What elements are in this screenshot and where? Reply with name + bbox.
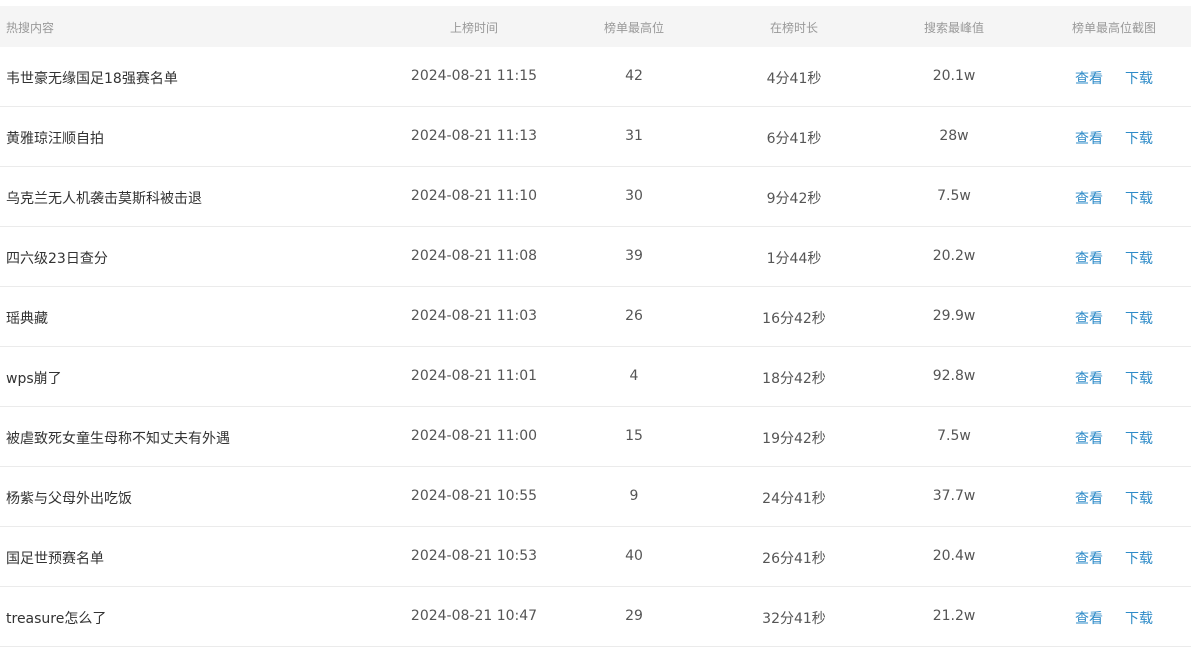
screenshot-actions: 查看 下载	[1075, 128, 1153, 148]
table-row: 被虐致死女童生母称不知丈夫有外遇 2024-08-21 11:00 15 19分…	[0, 407, 1191, 467]
listed-time: 2024-08-21 11:10	[410, 188, 538, 204]
duration: 19分42秒	[762, 431, 826, 447]
download-link[interactable]: 下载	[1125, 371, 1153, 387]
view-link[interactable]: 查看	[1075, 131, 1103, 147]
peak-search-value: 29.9w	[932, 308, 976, 324]
view-link[interactable]: 查看	[1075, 311, 1103, 327]
view-link[interactable]: 查看	[1075, 251, 1103, 267]
peak-search-value: 20.4w	[932, 548, 976, 564]
highest-rank: 30	[625, 188, 643, 204]
highest-rank: 39	[625, 248, 643, 264]
table-row: 国足世预赛名单 2024-08-21 10:53 40 26分41秒 20.4w…	[0, 527, 1191, 587]
column-header-time: 上榜时间	[449, 21, 499, 35]
screenshot-actions: 查看 下载	[1075, 68, 1153, 88]
peak-search-value: 37.7w	[932, 488, 976, 504]
listed-time: 2024-08-21 11:03	[410, 308, 538, 324]
listed-time: 2024-08-21 11:08	[410, 248, 538, 264]
peak-search-value: 7.5w	[937, 428, 971, 444]
hot-search-title: 四六级23日查分	[6, 251, 108, 267]
duration: 24分41秒	[762, 491, 826, 507]
table-row: 四六级23日查分 2024-08-21 11:08 39 1分44秒 20.2w…	[0, 227, 1191, 287]
screenshot-actions: 查看 下载	[1075, 608, 1153, 628]
duration: 16分42秒	[762, 311, 826, 327]
hot-search-title: 瑶典藏	[6, 311, 48, 327]
view-link[interactable]: 查看	[1075, 551, 1103, 567]
highest-rank: 9	[629, 488, 639, 504]
highest-rank: 31	[625, 128, 643, 144]
hot-search-title: 黄雅琼汪顺自拍	[6, 131, 104, 147]
download-link[interactable]: 下载	[1125, 491, 1153, 507]
hot-search-title: 国足世预赛名单	[6, 551, 104, 567]
hot-search-title: treasure怎么了	[6, 611, 107, 627]
view-link[interactable]: 查看	[1075, 431, 1103, 447]
table-row: 乌克兰无人机袭击莫斯科被击退 2024-08-21 11:10 30 9分42秒…	[0, 167, 1191, 227]
listed-time: 2024-08-21 10:55	[410, 488, 538, 504]
listed-time: 2024-08-21 11:00	[410, 428, 538, 444]
table-body: 韦世豪无缘国足18强赛名单 2024-08-21 11:15 42 4分41秒 …	[0, 47, 1191, 647]
highest-rank: 4	[629, 368, 639, 384]
screenshot-actions: 查看 下载	[1075, 308, 1153, 328]
view-link[interactable]: 查看	[1075, 611, 1103, 627]
peak-search-value: 7.5w	[937, 188, 971, 204]
download-link[interactable]: 下载	[1125, 71, 1153, 87]
highest-rank: 26	[625, 308, 643, 324]
listed-time: 2024-08-21 10:53	[410, 548, 538, 564]
table-row: 瑶典藏 2024-08-21 11:03 26 16分42秒 29.9w 查看 下…	[0, 287, 1191, 347]
duration: 1分44秒	[766, 251, 822, 267]
duration: 32分41秒	[762, 611, 826, 627]
download-link[interactable]: 下载	[1125, 251, 1153, 267]
listed-time: 2024-08-21 11:15	[410, 68, 538, 84]
column-header-screenshot: 榜单最高位截图	[1071, 21, 1157, 35]
highest-rank: 40	[625, 548, 643, 564]
hot-search-table: 热搜内容 上榜时间 榜单最高位 在榜时长 搜索最峰值 榜单最高位截图 韦世豪无缘…	[0, 6, 1191, 647]
download-link[interactable]: 下载	[1125, 611, 1153, 627]
screenshot-actions: 查看 下载	[1075, 368, 1153, 388]
table-header: 热搜内容 上榜时间 榜单最高位 在榜时长 搜索最峰值 榜单最高位截图	[0, 6, 1191, 47]
duration: 9分42秒	[766, 191, 822, 207]
hot-search-title: wps崩了	[6, 371, 62, 387]
download-link[interactable]: 下载	[1125, 191, 1153, 207]
duration: 6分41秒	[766, 131, 822, 147]
column-header-highest-rank: 榜单最高位	[603, 21, 665, 35]
column-header-content: 热搜内容	[6, 21, 55, 35]
peak-search-value: 20.2w	[932, 248, 976, 264]
download-link[interactable]: 下载	[1125, 311, 1153, 327]
peak-search-value: 28w	[939, 128, 969, 144]
table-row: 韦世豪无缘国足18强赛名单 2024-08-21 11:15 42 4分41秒 …	[0, 47, 1191, 107]
hot-search-title: 韦世豪无缘国足18强赛名单	[6, 71, 178, 87]
view-link[interactable]: 查看	[1075, 71, 1103, 87]
listed-time: 2024-08-21 11:13	[410, 128, 538, 144]
duration: 4分41秒	[766, 71, 822, 87]
hot-search-title: 被虐致死女童生母称不知丈夫有外遇	[6, 431, 230, 447]
download-link[interactable]: 下载	[1125, 431, 1153, 447]
download-link[interactable]: 下载	[1125, 551, 1153, 567]
highest-rank: 29	[625, 608, 643, 624]
view-link[interactable]: 查看	[1075, 371, 1103, 387]
listed-time: 2024-08-21 11:01	[410, 368, 538, 384]
table-row: 黄雅琼汪顺自拍 2024-08-21 11:13 31 6分41秒 28w 查看…	[0, 107, 1191, 167]
duration: 18分42秒	[762, 371, 826, 387]
hot-search-title: 乌克兰无人机袭击莫斯科被击退	[6, 191, 202, 207]
screenshot-actions: 查看 下载	[1075, 488, 1153, 508]
highest-rank: 42	[625, 68, 643, 84]
table-row: wps崩了 2024-08-21 11:01 4 18分42秒 92.8w 查看…	[0, 347, 1191, 407]
hot-search-title: 杨紫与父母外出吃饭	[6, 491, 132, 507]
column-header-peak-search: 搜索最峰值	[923, 21, 985, 35]
view-link[interactable]: 查看	[1075, 191, 1103, 207]
highest-rank: 15	[625, 428, 643, 444]
screenshot-actions: 查看 下载	[1075, 428, 1153, 448]
download-link[interactable]: 下载	[1125, 131, 1153, 147]
column-header-duration: 在榜时长	[769, 21, 819, 35]
peak-search-value: 20.1w	[932, 68, 976, 84]
screenshot-actions: 查看 下载	[1075, 248, 1153, 268]
peak-search-value: 21.2w	[932, 608, 976, 624]
peak-search-value: 92.8w	[932, 368, 976, 384]
listed-time: 2024-08-21 10:47	[410, 608, 538, 624]
duration: 26分41秒	[762, 551, 826, 567]
table-row: treasure怎么了 2024-08-21 10:47 29 32分41秒 2…	[0, 587, 1191, 647]
screenshot-actions: 查看 下载	[1075, 188, 1153, 208]
view-link[interactable]: 查看	[1075, 491, 1103, 507]
screenshot-actions: 查看 下载	[1075, 548, 1153, 568]
table-row: 杨紫与父母外出吃饭 2024-08-21 10:55 9 24分41秒 37.7…	[0, 467, 1191, 527]
